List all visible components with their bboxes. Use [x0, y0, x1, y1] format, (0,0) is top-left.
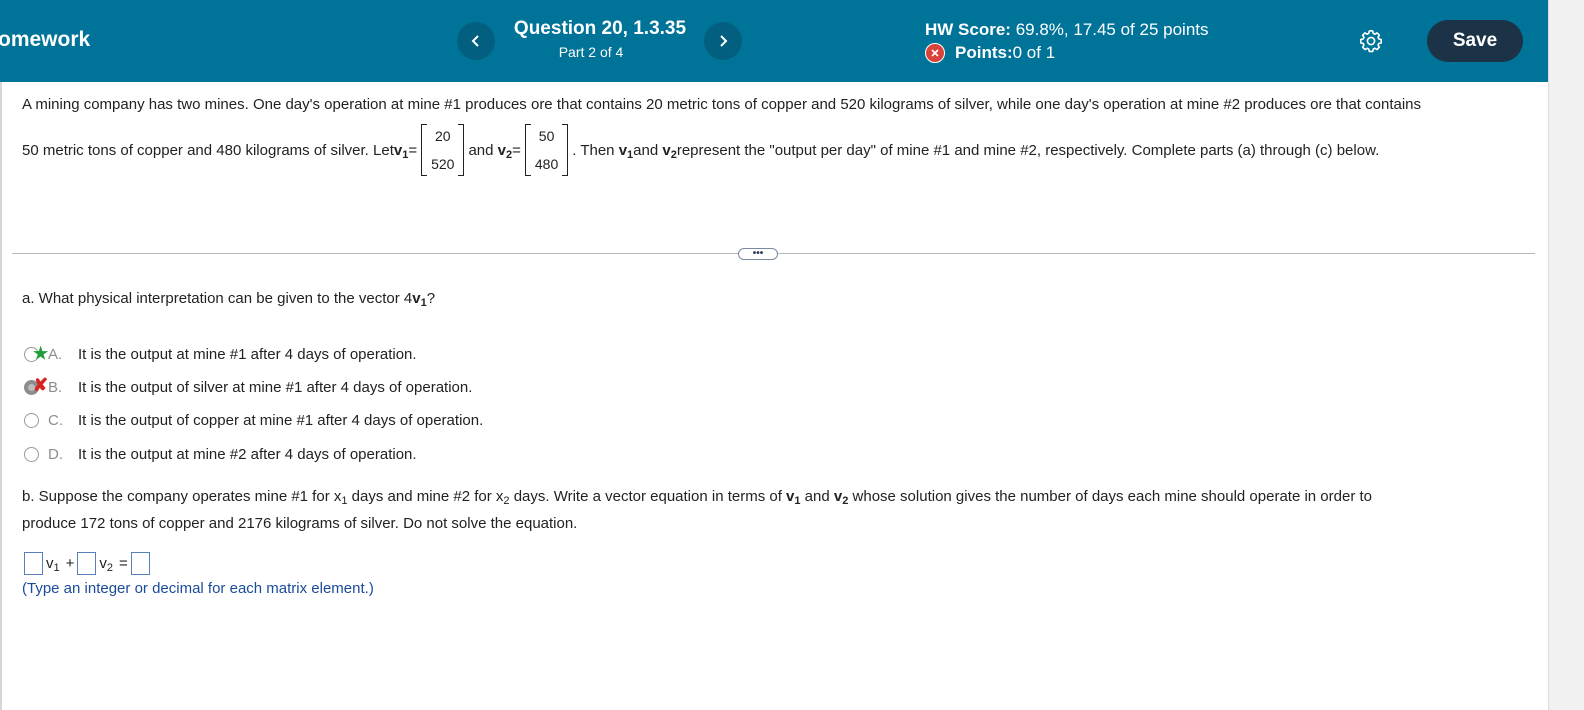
option-text: It is the output at mine #1 after 4 days… — [78, 345, 417, 363]
equals-sign: = — [119, 555, 128, 572]
vector-v1-matrix: 20 520 — [421, 124, 465, 176]
chevron-right-icon — [720, 35, 728, 47]
points-label: Points: — [955, 43, 1013, 62]
vector-v1-label: v1 — [46, 555, 60, 574]
incorrect-x-icon: ✘ — [33, 374, 49, 395]
and-text: and — [468, 141, 494, 159]
vector-equation: v1 + v2 = — [24, 552, 150, 575]
option-letter: D. — [48, 445, 63, 463]
answer-input-x2[interactable] — [77, 552, 97, 575]
input-hint: (Type an integer or decimal for each mat… — [22, 580, 374, 597]
hw-score-value: 69.8%, 17.45 of 25 points — [1010, 20, 1209, 39]
vector-v2-label: v2 — [99, 555, 114, 574]
header-bar: omework Question 20, 1.3.35 Part 2 of 4 … — [0, 0, 1548, 82]
question-part: Part 2 of 4 — [558, 44, 624, 60]
radio-option-c[interactable] — [24, 412, 39, 428]
scrollbar[interactable] — [1548, 0, 1584, 710]
save-button[interactable]: Save — [1427, 20, 1523, 62]
answer-input-x1[interactable] — [24, 552, 43, 575]
option-d[interactable]: D. It is the output at mine #2 after 4 d… — [24, 443, 417, 465]
vector-v1-label: v1 — [618, 141, 634, 161]
and-text: and — [633, 141, 659, 159]
left-border — [0, 82, 2, 710]
equals-sign: = — [408, 141, 418, 159]
vector-v2-label: v2 — [662, 141, 677, 161]
matrix-cell: 20 — [434, 128, 451, 144]
matrix-cell: 480 — [534, 156, 559, 172]
prev-question-button[interactable] — [457, 22, 495, 60]
vector-v2-label: v2 — [497, 141, 513, 161]
next-question-button[interactable] — [704, 22, 742, 60]
option-text: It is the output of copper at mine #1 af… — [78, 411, 484, 429]
problem-text: 50 metric tons of copper and 480 kilogra… — [22, 141, 394, 159]
question-title: Question 20, 1.3.35 — [513, 18, 687, 39]
problem-text-line2: 50 metric tons of copper and 480 kilogra… — [22, 122, 1379, 178]
radio-option-a[interactable]: ★ — [24, 344, 48, 363]
app-title: omework — [0, 28, 91, 51]
vector-v1-label: v1 — [786, 488, 801, 507]
option-text: It is the output of silver at mine #1 af… — [78, 378, 473, 396]
equals-sign: = — [512, 141, 521, 159]
option-letter: A. — [48, 345, 63, 363]
option-letter: C. — [48, 411, 63, 429]
plus-sign: + — [65, 555, 75, 572]
option-c[interactable]: C. It is the output of copper at mine #1… — [24, 409, 483, 431]
matrix-cell: 520 — [431, 156, 455, 172]
settings-button[interactable] — [1354, 24, 1388, 58]
option-text: It is the output at mine #2 after 4 days… — [78, 445, 417, 463]
part-b-question-line1: b. Suppose the company operates mine #1 … — [22, 488, 1373, 507]
hw-score: HW Score: 69.8%, 17.45 of 25 points — [925, 20, 1209, 40]
incorrect-x-icon — [925, 43, 945, 63]
answer-input-result[interactable] — [130, 552, 150, 575]
radio-option-d[interactable] — [24, 446, 39, 462]
vector-v2-label: v2 — [833, 488, 849, 507]
chevron-left-icon — [471, 35, 479, 47]
option-b[interactable]: ✘ B. It is the output of silver at mine … — [24, 375, 473, 398]
then-text: . Then — [572, 141, 615, 159]
points: Points: 0 of 1 — [925, 43, 1055, 63]
problem-text: represent the "output per day" of mine #… — [676, 141, 1380, 159]
option-a[interactable]: ★ A. It is the output at mine #1 after 4… — [24, 343, 417, 365]
vector-v1-label: v1 — [412, 290, 427, 309]
hw-score-label: HW Score: — [925, 20, 1011, 39]
correct-star-icon: ★ — [33, 343, 49, 363]
option-letter: B. — [48, 378, 63, 396]
part-b-question-line2: produce 172 tons of copper and 2176 kilo… — [22, 515, 578, 532]
points-value: 0 of 1 — [1012, 43, 1056, 62]
vector-v1-label: v1 — [393, 141, 409, 161]
vector-v2-matrix: 50 480 — [524, 124, 569, 176]
matrix-cell: 50 — [538, 128, 555, 144]
part-a-question: a. What physical interpretation can be g… — [22, 290, 436, 309]
gear-icon — [1360, 29, 1382, 53]
radio-option-b[interactable]: ✘ — [24, 375, 48, 395]
problem-text-line1: A mining company has two mines. One day'… — [22, 96, 1422, 113]
expand-button[interactable]: ••• — [738, 248, 778, 260]
